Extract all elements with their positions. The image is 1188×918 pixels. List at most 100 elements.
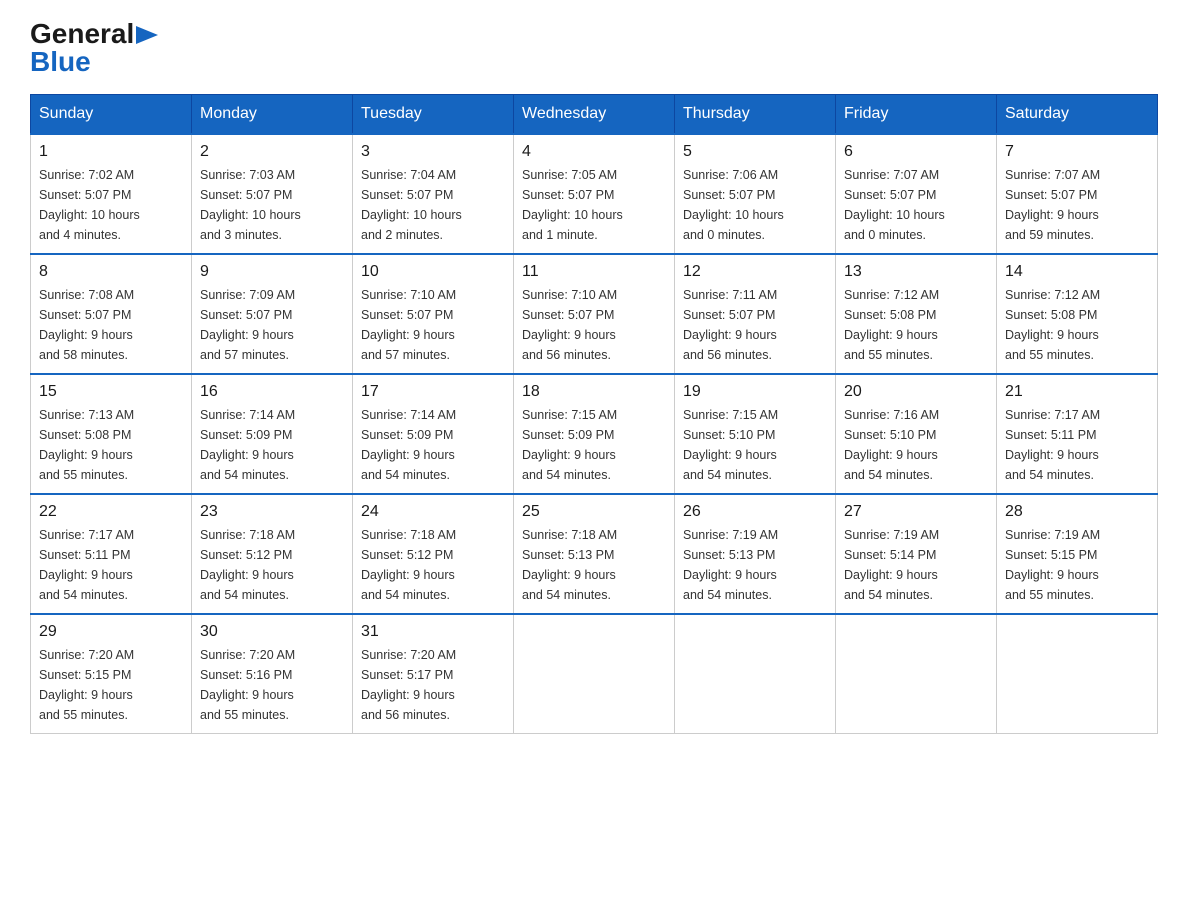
day-info: Sunrise: 7:19 AMSunset: 5:14 PMDaylight:… [844,525,988,605]
calendar-header-row: SundayMondayTuesdayWednesdayThursdayFrid… [31,95,1158,135]
calendar-week-row: 22 Sunrise: 7:17 AMSunset: 5:11 PMDayligh… [31,494,1158,614]
day-info: Sunrise: 7:02 AMSunset: 5:07 PMDaylight:… [39,165,183,245]
calendar-day-cell: 10Sunrise: 7:10 AMSunset: 5:07 PMDayligh… [353,254,514,374]
calendar-day-cell: 16 Sunrise: 7:14 AMSunset: 5:09 PMDayligh… [192,374,353,494]
calendar-day-cell [997,614,1158,734]
calendar-day-cell: 4Sunrise: 7:05 AMSunset: 5:07 PMDaylight… [514,134,675,254]
day-info: Sunrise: 7:13 AMSunset: 5:08 PMDaylight:… [39,405,183,485]
day-info: Sunrise: 7:16 AMSunset: 5:10 PMDaylight:… [844,405,988,485]
day-number: 8 [39,263,183,281]
calendar-day-cell: 25 Sunrise: 7:18 AMSunset: 5:13 PMDayligh… [514,494,675,614]
column-header-tuesday: Tuesday [353,95,514,135]
day-info: Sunrise: 7:18 AMSunset: 5:12 PMDaylight:… [361,525,505,605]
column-header-friday: Friday [836,95,997,135]
column-header-thursday: Thursday [675,95,836,135]
calendar-day-cell [675,614,836,734]
calendar-day-cell: 6 Sunrise: 7:07 AMSunset: 5:07 PMDaylight… [836,134,997,254]
calendar-day-cell: 31Sunrise: 7:20 AMSunset: 5:17 PMDayligh… [353,614,514,734]
day-info: Sunrise: 7:19 AMSunset: 5:13 PMDaylight:… [683,525,827,605]
day-number: 14 [1005,263,1149,281]
calendar-day-cell: 30 Sunrise: 7:20 AMSunset: 5:16 PMDayligh… [192,614,353,734]
calendar-day-cell: 15 Sunrise: 7:13 AMSunset: 5:08 PMDayligh… [31,374,192,494]
day-info: Sunrise: 7:08 AMSunset: 5:07 PMDaylight:… [39,285,183,365]
calendar-week-row: 15 Sunrise: 7:13 AMSunset: 5:08 PMDayligh… [31,374,1158,494]
day-info: Sunrise: 7:04 AMSunset: 5:07 PMDaylight:… [361,165,505,245]
day-info: Sunrise: 7:03 AMSunset: 5:07 PMDaylight:… [200,165,344,245]
day-info: Sunrise: 7:18 AMSunset: 5:13 PMDaylight:… [522,525,666,605]
logo-triangle-icon [136,26,158,44]
calendar-day-cell: 17 Sunrise: 7:14 AMSunset: 5:09 PMDayligh… [353,374,514,494]
calendar-day-cell: 18 Sunrise: 7:15 AMSunset: 5:09 PMDayligh… [514,374,675,494]
calendar-day-cell [836,614,997,734]
calendar-table: SundayMondayTuesdayWednesdayThursdayFrid… [30,94,1158,734]
day-number: 11 [522,263,666,281]
day-number: 4 [522,143,666,161]
day-info: Sunrise: 7:07 AMSunset: 5:07 PMDaylight:… [1005,165,1149,245]
day-number: 30 [200,623,344,641]
day-info: Sunrise: 7:20 AMSunset: 5:16 PMDaylight:… [200,645,344,725]
day-number: 12 [683,263,827,281]
day-info: Sunrise: 7:14 AMSunset: 5:09 PMDaylight:… [361,405,505,485]
calendar-day-cell: 2Sunrise: 7:03 AMSunset: 5:07 PMDaylight… [192,134,353,254]
calendar-day-cell: 23Sunrise: 7:18 AMSunset: 5:12 PMDayligh… [192,494,353,614]
day-number: 20 [844,383,988,401]
day-info: Sunrise: 7:10 AMSunset: 5:07 PMDaylight:… [522,285,666,365]
day-number: 22 [39,503,183,521]
day-info: Sunrise: 7:17 AMSunset: 5:11 PMDaylight:… [39,525,183,605]
day-info: Sunrise: 7:10 AMSunset: 5:07 PMDaylight:… [361,285,505,365]
column-header-wednesday: Wednesday [514,95,675,135]
calendar-day-cell: 26 Sunrise: 7:19 AMSunset: 5:13 PMDayligh… [675,494,836,614]
column-header-sunday: Sunday [31,95,192,135]
logo: General Blue [30,20,158,76]
calendar-day-cell: 8 Sunrise: 7:08 AMSunset: 5:07 PMDaylight… [31,254,192,374]
day-info: Sunrise: 7:12 AMSunset: 5:08 PMDaylight:… [844,285,988,365]
day-number: 31 [361,623,505,641]
day-number: 1 [39,143,183,161]
day-number: 26 [683,503,827,521]
day-number: 6 [844,143,988,161]
column-header-saturday: Saturday [997,95,1158,135]
calendar-day-cell: 9Sunrise: 7:09 AMSunset: 5:07 PMDaylight… [192,254,353,374]
day-number: 3 [361,143,505,161]
calendar-day-cell [514,614,675,734]
calendar-day-cell: 12Sunrise: 7:11 AMSunset: 5:07 PMDayligh… [675,254,836,374]
calendar-day-cell: 5 Sunrise: 7:06 AMSunset: 5:07 PMDaylight… [675,134,836,254]
day-info: Sunrise: 7:15 AMSunset: 5:09 PMDaylight:… [522,405,666,485]
calendar-day-cell: 7 Sunrise: 7:07 AMSunset: 5:07 PMDaylight… [997,134,1158,254]
day-number: 16 [200,383,344,401]
calendar-day-cell: 1 Sunrise: 7:02 AMSunset: 5:07 PMDaylight… [31,134,192,254]
calendar-day-cell: 28Sunrise: 7:19 AMSunset: 5:15 PMDayligh… [997,494,1158,614]
calendar-day-cell: 29Sunrise: 7:20 AMSunset: 5:15 PMDayligh… [31,614,192,734]
day-number: 13 [844,263,988,281]
day-number: 19 [683,383,827,401]
day-info: Sunrise: 7:12 AMSunset: 5:08 PMDaylight:… [1005,285,1149,365]
day-info: Sunrise: 7:17 AMSunset: 5:11 PMDaylight:… [1005,405,1149,485]
calendar-day-cell: 19Sunrise: 7:15 AMSunset: 5:10 PMDayligh… [675,374,836,494]
day-info: Sunrise: 7:19 AMSunset: 5:15 PMDaylight:… [1005,525,1149,605]
calendar-day-cell: 22 Sunrise: 7:17 AMSunset: 5:11 PMDayligh… [31,494,192,614]
day-number: 24 [361,503,505,521]
day-number: 25 [522,503,666,521]
calendar-day-cell: 3 Sunrise: 7:04 AMSunset: 5:07 PMDaylight… [353,134,514,254]
calendar-day-cell: 14 Sunrise: 7:12 AMSunset: 5:08 PMDayligh… [997,254,1158,374]
calendar-week-row: 1 Sunrise: 7:02 AMSunset: 5:07 PMDaylight… [31,134,1158,254]
calendar-day-cell: 21 Sunrise: 7:17 AMSunset: 5:11 PMDayligh… [997,374,1158,494]
calendar-day-cell: 11 Sunrise: 7:10 AMSunset: 5:07 PMDayligh… [514,254,675,374]
day-number: 5 [683,143,827,161]
day-number: 7 [1005,143,1149,161]
day-info: Sunrise: 7:07 AMSunset: 5:07 PMDaylight:… [844,165,988,245]
day-number: 21 [1005,383,1149,401]
calendar-day-cell: 24 Sunrise: 7:18 AMSunset: 5:12 PMDayligh… [353,494,514,614]
day-number: 27 [844,503,988,521]
day-number: 23 [200,503,344,521]
calendar-week-row: 29Sunrise: 7:20 AMSunset: 5:15 PMDayligh… [31,614,1158,734]
day-number: 17 [361,383,505,401]
day-number: 29 [39,623,183,641]
day-number: 9 [200,263,344,281]
day-info: Sunrise: 7:14 AMSunset: 5:09 PMDaylight:… [200,405,344,485]
day-number: 15 [39,383,183,401]
logo-blue-text: Blue [30,46,91,77]
calendar-day-cell: 27 Sunrise: 7:19 AMSunset: 5:14 PMDayligh… [836,494,997,614]
day-number: 18 [522,383,666,401]
day-info: Sunrise: 7:06 AMSunset: 5:07 PMDaylight:… [683,165,827,245]
